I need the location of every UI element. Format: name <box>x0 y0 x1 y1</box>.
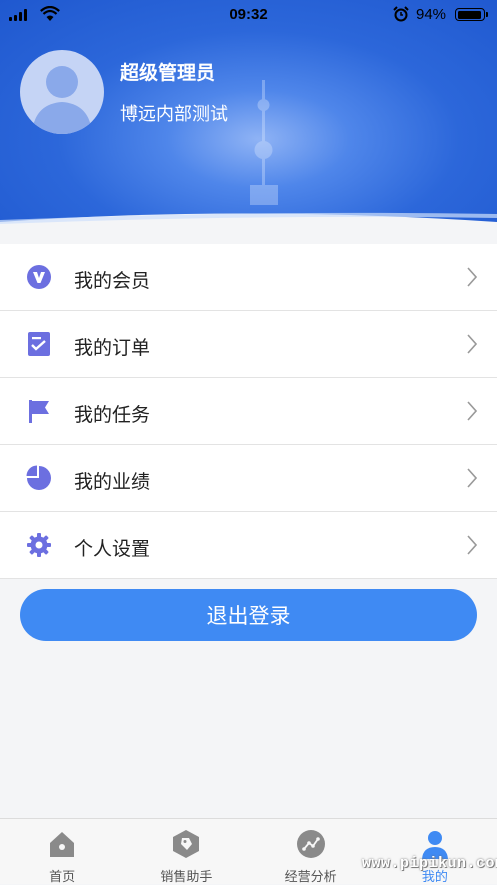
order-check-icon <box>28 332 50 356</box>
user-name: 超级管理员 <box>120 62 216 84</box>
home-icon <box>50 832 75 857</box>
menu-item-personal-settings[interactable]: 个人设置 <box>0 512 497 579</box>
bottom-tab-bar: 首页 销售助手 经营分析 我的 <box>0 818 497 885</box>
menu-item-my-members[interactable]: 我的会员 <box>0 244 497 311</box>
alarm-icon <box>393 6 409 22</box>
tab-sales-assistant[interactable]: 销售助手 <box>124 819 248 885</box>
menu-item-my-orders[interactable]: 我的订单 <box>0 311 497 378</box>
battery-icon <box>455 8 488 21</box>
battery-percent: 94% <box>416 6 447 23</box>
gear-icon <box>27 533 51 557</box>
tab-home[interactable]: 首页 <box>0 819 124 885</box>
tab-label: 销售助手 <box>160 870 213 885</box>
chevron-right-icon <box>467 468 477 488</box>
menu-label: 我的业绩 <box>74 471 151 493</box>
organization-name: 博远内部测试 <box>120 104 228 125</box>
profile-menu: 我的会员 我的订单 我的任务 我的业绩 个人设置 <box>0 244 497 579</box>
logout-button[interactable]: 退出登录 <box>20 589 477 641</box>
chevron-right-icon <box>467 267 477 287</box>
profile-header: 超级管理员 博远内部测试 <box>0 0 497 232</box>
tab-label: 首页 <box>49 870 76 885</box>
flag-icon <box>29 400 49 423</box>
tab-mine[interactable]: 我的 <box>373 819 497 885</box>
menu-label: 我的会员 <box>74 270 151 292</box>
menu-label: 个人设置 <box>74 538 151 560</box>
chevron-right-icon <box>467 535 477 555</box>
menu-item-my-tasks[interactable]: 我的任务 <box>0 378 497 445</box>
analysis-icon <box>296 830 325 858</box>
watermark: www.pipikun.com <box>362 855 497 872</box>
menu-label: 我的任务 <box>74 404 151 426</box>
chevron-right-icon <box>467 401 477 421</box>
avatar[interactable] <box>20 50 104 134</box>
tab-label: 经营分析 <box>284 870 337 885</box>
menu-item-my-performance[interactable]: 我的业绩 <box>0 445 497 512</box>
chevron-right-icon <box>467 334 477 354</box>
member-v-icon <box>27 265 51 289</box>
tab-business-analysis[interactable]: 经营分析 <box>249 819 373 885</box>
tag-icon <box>173 830 200 858</box>
menu-label: 我的订单 <box>74 337 151 359</box>
pie-chart-icon <box>26 465 51 490</box>
default-avatar-icon <box>32 66 92 134</box>
status-bar: 09:32 94% <box>0 0 497 30</box>
